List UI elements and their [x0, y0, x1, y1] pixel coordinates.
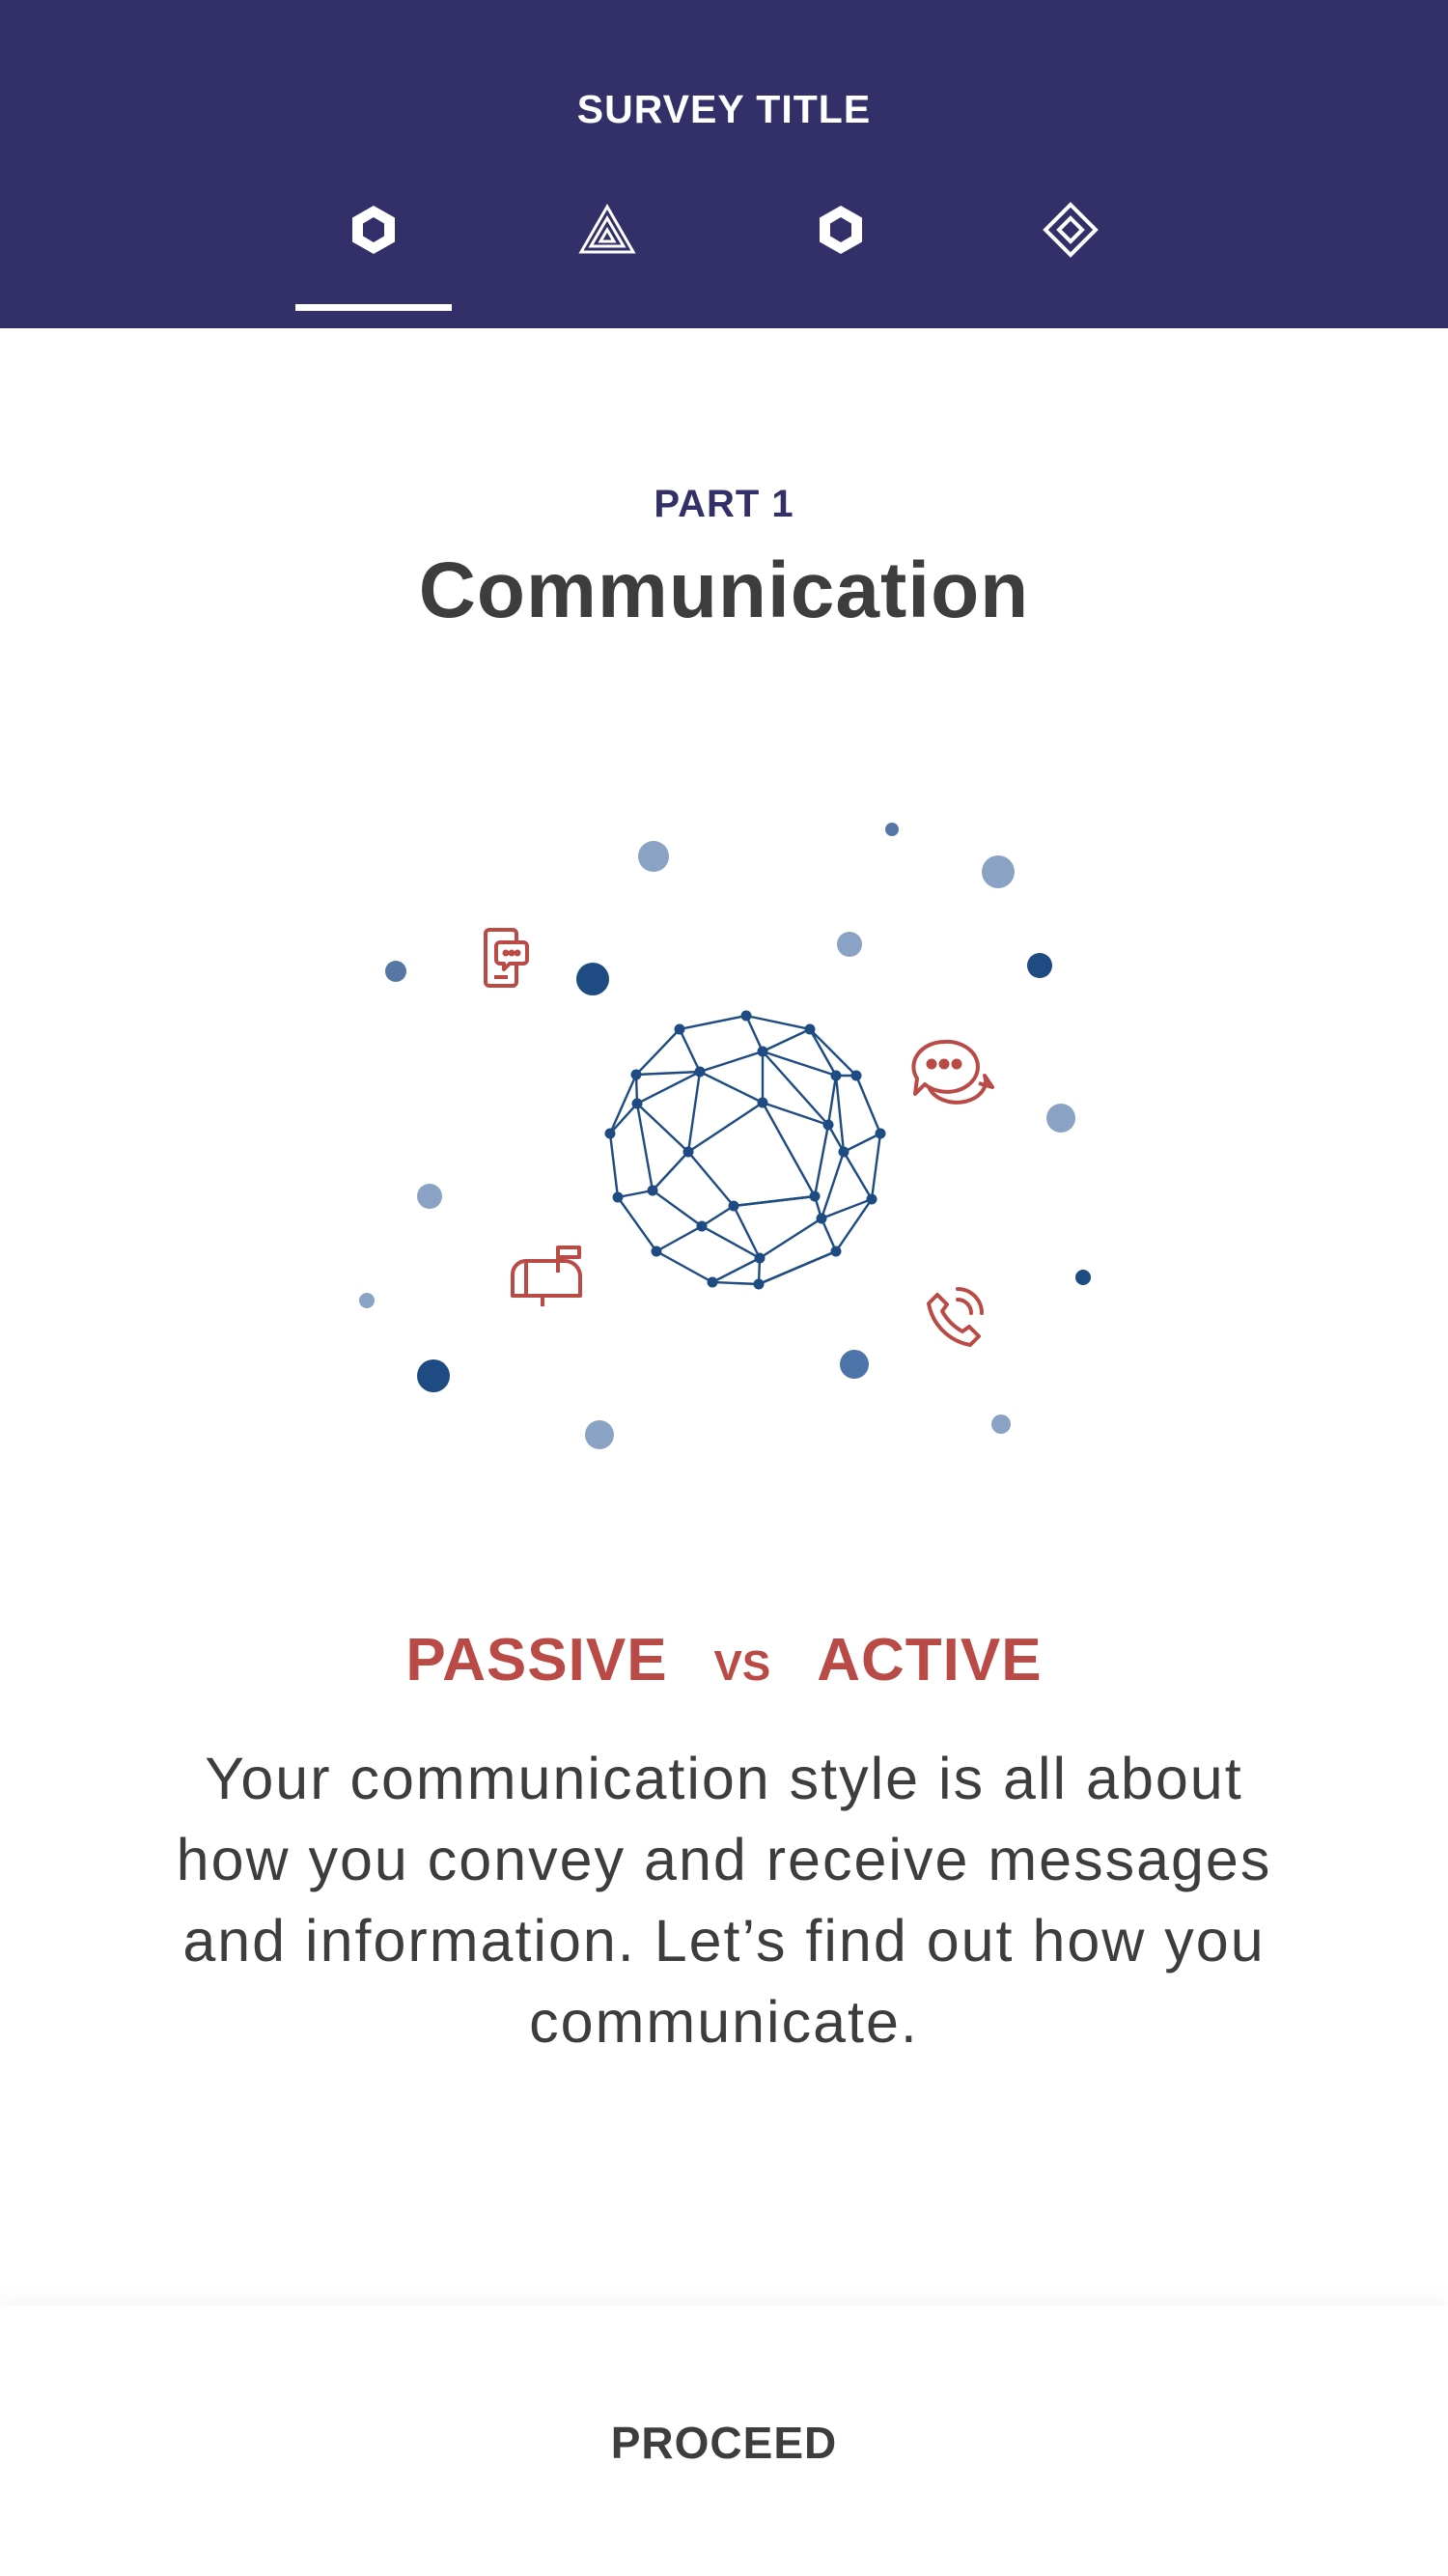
globe-nodes	[604, 1010, 886, 1290]
hexagon-icon	[820, 206, 862, 254]
phone-icon	[927, 1287, 984, 1347]
section-description: Your communication style is all about ho…	[176, 1746, 1272, 2055]
triangle-icon	[578, 203, 636, 254]
mailbox-icon	[511, 1246, 582, 1306]
passive-label: PASSIVE	[405, 1627, 668, 1694]
communication-illustration	[359, 823, 1091, 1449]
decorative-dots	[359, 823, 1091, 1449]
hexagon-icon	[352, 206, 395, 254]
active-tab-indicator	[295, 304, 452, 311]
tab-3[interactable]	[763, 201, 919, 309]
proceed-button[interactable]: PROCEED	[483, 2385, 965, 2501]
vs-label: VS	[713, 1642, 771, 1690]
tab-2[interactable]	[529, 201, 685, 309]
section-title: Communication	[418, 546, 1030, 634]
survey-title: SURVEY TITLE	[576, 87, 872, 131]
mobile-chat-icon	[484, 928, 529, 988]
active-label: ACTIVE	[817, 1627, 1043, 1694]
diamond-icon	[1043, 202, 1099, 258]
app-header: SURVEY TITLE	[0, 0, 1448, 328]
passive-vs-active-heading: PASSIVE VS ACTIVE	[0, 1626, 1448, 1694]
tab-1[interactable]	[295, 201, 452, 309]
speech-bubbles-icon	[911, 1039, 994, 1105]
part-label: PART 1	[654, 483, 794, 525]
tab-4[interactable]	[992, 201, 1149, 309]
